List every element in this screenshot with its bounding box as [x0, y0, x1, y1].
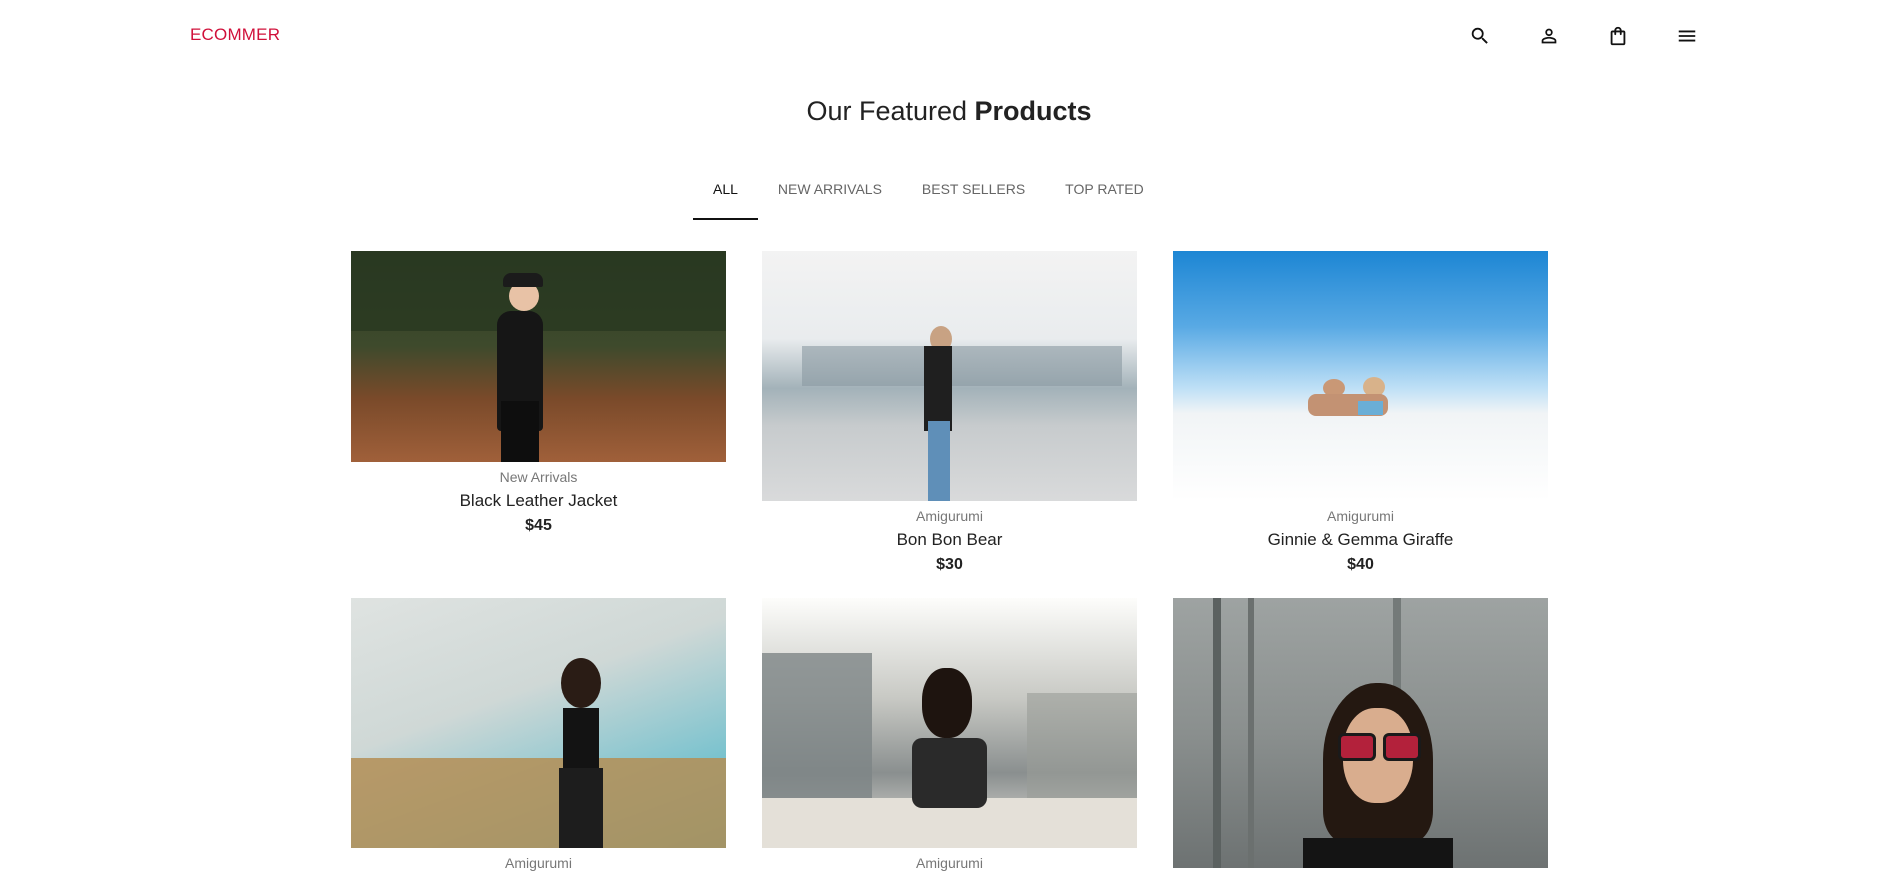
product-image[interactable] [1173, 251, 1548, 501]
shopping-bag-icon[interactable] [1606, 24, 1630, 48]
product-image[interactable] [351, 598, 726, 848]
product-card[interactable]: Amigurumi [762, 598, 1137, 872]
product-card[interactable]: Amigurumi Bon Bon Bear $30 [762, 251, 1137, 575]
tab-all[interactable]: ALL [693, 168, 758, 220]
product-price: $30 [936, 556, 963, 573]
product-category: Amigurumi [916, 855, 983, 871]
product-category: Amigurumi [1327, 508, 1394, 524]
product-card[interactable]: New Arrivals Black Leather Jacket $45 [351, 251, 726, 536]
section-title: Our Featured Products [0, 96, 1898, 127]
product-image[interactable] [351, 251, 726, 462]
product-card[interactable]: Amigurumi Ginnie & Gemma Giraffe $40 [1173, 251, 1548, 575]
tab-new-arrivals[interactable]: NEW ARRIVALS [758, 168, 902, 220]
section-title-light: Our Featured [806, 96, 968, 126]
menu-icon[interactable] [1675, 24, 1699, 48]
product-price: $40 [1347, 556, 1374, 573]
product-image[interactable] [1173, 598, 1548, 868]
logo[interactable]: ECOMMER [190, 25, 280, 45]
site-header: ECOMMER [0, 0, 1898, 72]
product-price: $45 [525, 517, 552, 534]
product-category: Amigurumi [916, 508, 983, 524]
product-name[interactable]: Ginnie & Gemma Giraffe [1173, 529, 1548, 551]
product-card[interactable] [1173, 598, 1548, 868]
product-name[interactable]: Bon Bon Bear [762, 529, 1137, 551]
section-title-bold: Products [974, 96, 1092, 126]
product-image[interactable] [762, 598, 1137, 848]
product-category: Amigurumi [505, 855, 572, 871]
tab-top-rated[interactable]: TOP RATED [1045, 168, 1164, 220]
product-category: New Arrivals [499, 469, 578, 485]
user-icon[interactable] [1537, 24, 1561, 48]
tab-best-sellers[interactable]: BEST SELLERS [902, 168, 1045, 220]
product-card[interactable]: Amigurumi [351, 598, 726, 872]
product-filter-tabs: ALL NEW ARRIVALS BEST SELLERS TOP RATED [693, 168, 1164, 220]
product-image[interactable] [762, 251, 1137, 501]
product-name[interactable]: Black Leather Jacket [351, 490, 726, 512]
search-icon[interactable] [1468, 24, 1492, 48]
